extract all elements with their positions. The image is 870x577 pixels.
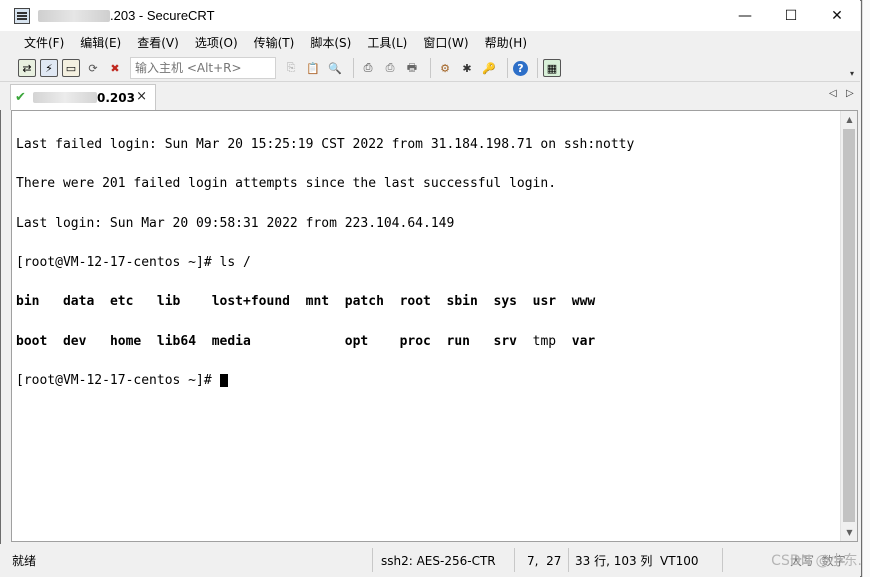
status-divider [568,548,569,572]
menu-script[interactable]: 脚本(S) [302,32,359,54]
ls-entry: etc [109,294,157,310]
ls-entry: boot [16,333,63,349]
watermark: CSDN @小东. [771,553,862,569]
ls-entry: var [571,333,604,349]
menu-window[interactable]: 窗口(W) [415,32,476,54]
scroll-up-icon[interactable]: ▲ [841,111,858,128]
ls-entry: usr [532,294,572,310]
terminal-output: Last failed login: Sun Mar 20 15:25:19 C… [16,112,634,413]
connected-check-icon: ✔ [15,90,26,105]
status-divider [372,548,373,572]
quick-connect-icon[interactable]: ⚡ [40,59,58,77]
redacted-host-tab [33,92,97,103]
find-icon[interactable]: 🔍 [326,59,344,77]
toolbar-separator [353,58,354,78]
menu-tools[interactable]: 工具(L) [359,32,415,54]
status-bar: 就绪 ssh2: AES-256-CTR 7, 27 33 行, 103 列 V… [0,544,860,577]
status-terminal-size: 33 行, 103 列 VT100 [575,554,699,568]
toolbar-overflow-icon[interactable]: ▾ [850,69,858,78]
ls-entry: dev [62,333,110,349]
status-divider [722,548,723,572]
ls-output-row: bin data etc lib lost+found mnt patch ro… [16,295,634,308]
menu-file[interactable]: 文件(F) [16,32,72,54]
securecrt-app-icon[interactable] [14,7,30,24]
menu-view[interactable]: 查看(V) [129,32,187,54]
status-protocol: ssh2: AES-256-CTR [381,554,496,568]
shell-prompt: [root@VM-12-17-centos ~]# [16,372,220,388]
session-tab-strip: ✔ 0.203 × ◁ ▷ [0,82,860,110]
ls-entry: sys [493,294,533,310]
toolbar-separator [430,58,431,78]
redacted-host-title [38,9,110,22]
ls-entry: opt [344,333,400,349]
terminal-line: There were 201 failed login attempts sin… [16,176,557,192]
menu-help[interactable]: 帮助(H) [477,32,535,54]
terminal-cursor [219,373,228,387]
terminal-view[interactable]: Last failed login: Sun Mar 20 15:25:19 C… [11,110,858,542]
reconnect-icon[interactable]: ⟳ [84,59,102,77]
ls-entry: lost+found [211,294,306,310]
terminal-scrollbar[interactable]: ▲ ▼ [840,111,857,541]
copy-icon[interactable]: ⎘ [282,59,300,77]
title-bar[interactable]: .203 - SecureCRT — ☐ ✕ [0,0,860,31]
scroll-down-icon[interactable]: ▼ [841,524,858,541]
ls-output-row: boot dev home lib64 media opt proc run s… [16,335,634,348]
ls-entry: patch [344,294,400,310]
print-selection-icon[interactable]: ⎙ [381,59,399,77]
global-options-icon[interactable]: ✱ [458,59,476,77]
print-icon[interactable]: ⎙ [359,59,377,77]
connect-in-tab-icon[interactable]: ▭ [62,59,80,77]
background-window-edge [862,0,870,577]
ls-entry: www [571,294,604,310]
status-ready: 就绪 [12,554,37,568]
menu-options[interactable]: 选项(O) [187,32,246,54]
sftp-icon[interactable]: ▦ [543,59,561,77]
ls-entry: proc [399,333,447,349]
ls-entry: sbin [446,294,494,310]
quick-connect-input[interactable] [130,57,276,79]
keymap-icon[interactable]: 🔑 [480,59,498,77]
window-title: .203 - SecureCRT [110,8,215,23]
minimize-button[interactable]: — [722,0,768,31]
status-cursor-position: 7, 27 [527,554,562,568]
terminal-line: [root@VM-12-17-centos ~]# ls / [16,255,251,271]
scrollbar-thumb[interactable] [843,129,855,522]
ls-entry: bin [16,294,63,310]
session-options-icon[interactable]: ⚙ [436,59,454,77]
ls-entry: mnt [305,294,345,310]
ls-entry: tmp [532,333,572,349]
close-button[interactable]: ✕ [814,0,860,31]
ls-entry: lib [156,294,212,310]
toolbar: ⇄ ⚡ ▭ ⟳ ✖ ⎘ 📋 🔍 ⎙ ⎙ 🖶 ⚙ ✱ 🔑 ? ▦ ▾ [0,55,860,82]
session-tab-label: 0.203 [97,90,135,105]
terminal-line: Last login: Sun Mar 20 09:58:31 2022 fro… [16,215,455,231]
ls-entry: home [109,333,157,349]
window-controls: — ☐ ✕ [722,0,860,31]
terminal-prompt-line: [root@VM-12-17-centos ~]# [16,374,634,387]
ls-entry: srv [493,333,533,349]
terminal-line: Last failed login: Sun Mar 20 15:25:19 C… [16,137,635,153]
toolbar-separator [507,58,508,78]
help-icon[interactable]: ? [513,60,528,76]
ls-entry: root [399,294,447,310]
ls-entry: lib64 [156,333,212,349]
toolbar-separator [537,58,538,78]
menu-edit[interactable]: 编辑(E) [72,32,129,54]
printer-icon[interactable]: 🖶 [403,59,421,77]
ls-entry: data [62,294,110,310]
connect-icon[interactable]: ⇄ [18,59,36,77]
paste-icon[interactable]: 📋 [304,59,322,77]
disconnect-icon[interactable]: ✖ [106,59,124,77]
tab-scroll-left-icon[interactable]: ◁ [829,88,837,99]
ls-entry: media [211,333,306,349]
status-divider [514,548,515,572]
maximize-button[interactable]: ☐ [768,0,814,31]
ls-entry [306,334,345,349]
ls-entry: run [446,333,494,349]
tab-close-icon[interactable]: × [136,89,147,104]
tab-scroll-right-icon[interactable]: ▷ [846,88,854,99]
menu-transfer[interactable]: 传输(T) [246,32,303,54]
session-tab[interactable]: ✔ 0.203 × [10,84,156,110]
menu-bar: 文件(F) 编辑(E) 查看(V) 选项(O) 传输(T) 脚本(S) 工具(L… [0,31,860,55]
